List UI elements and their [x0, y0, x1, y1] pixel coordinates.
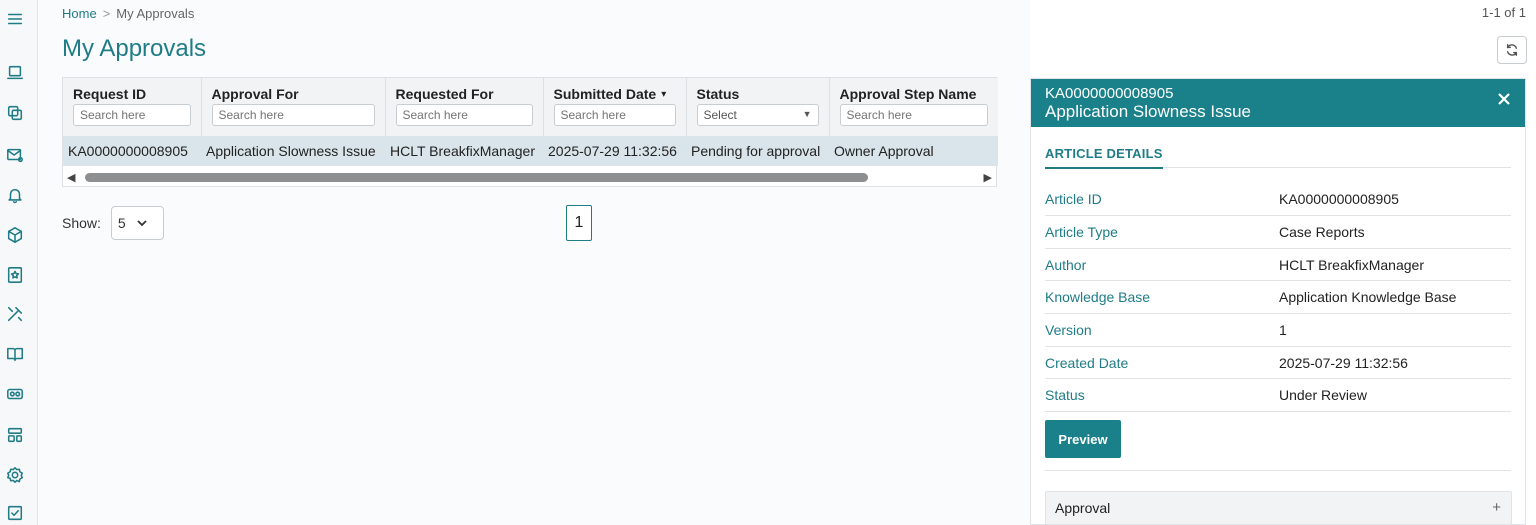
mail-settings-icon[interactable] [5, 145, 25, 165]
tools-icon[interactable] [5, 304, 25, 324]
preview-button[interactable]: Preview [1045, 420, 1121, 459]
table-cell: HCLT BreakfixManager [385, 136, 543, 166]
gear-icon[interactable] [5, 465, 25, 485]
refresh-button[interactable] [1497, 36, 1527, 64]
tab-article-details[interactable]: ARTICLE DETAILS [1045, 146, 1163, 169]
submitted-date-filter-input[interactable] [553, 104, 676, 126]
detail-label: Status [1045, 387, 1085, 404]
table-cell: Pending for approval [686, 136, 829, 166]
approval-accordion[interactable]: Approval + [1045, 491, 1512, 525]
detail-row-article-id: Article ID KA0000000008905 [1045, 182, 1511, 216]
breadcrumb-home-link[interactable]: Home [62, 6, 97, 21]
table-cell: Application Slowness Issue [201, 136, 385, 166]
layout-icon[interactable] [5, 425, 25, 445]
chevron-down-icon: ▼ [802, 109, 812, 119]
column-label: Submitted Date [553, 86, 657, 102]
column-header-approval-step-name[interactable]: Approval Step Name [829, 78, 998, 136]
detail-row-knowledge-base: Knowledge Base Application Knowledge Base [1045, 281, 1511, 315]
approvals-main: Home > My Approvals My Approvals Request I… [38, 0, 1030, 525]
copy-icon[interactable] [5, 103, 25, 123]
bookmark-star-icon[interactable] [5, 265, 25, 285]
column-header-request-id[interactable]: Request ID [63, 78, 202, 136]
detail-label: Created Date [1045, 354, 1129, 371]
cube-icon[interactable] [5, 225, 25, 245]
detail-label: Article ID [1045, 190, 1102, 207]
column-header-status[interactable]: Status Select ▼ [686, 78, 830, 136]
status-filter-value: Select [703, 108, 737, 122]
column-header-submitted-date[interactable]: Submitted Date ▾ [543, 78, 687, 136]
panel-tabs: ARTICLE DETAILS [1045, 145, 1511, 169]
divider [1045, 470, 1511, 472]
breadcrumb-current: My Approvals [116, 6, 195, 21]
breadcrumb: Home > My Approvals [62, 6, 194, 21]
checkbox-icon[interactable] [5, 503, 25, 523]
table-cell: 2025-07-29 11:32:56 [543, 136, 686, 166]
page-size-control: Show: 5 [62, 206, 164, 240]
panel-record-id: KA0000000008905 [1045, 85, 1174, 102]
breadcrumb-separator: > [102, 6, 111, 21]
record-count: 1-1 of 1 [1481, 5, 1526, 20]
approvals-table: Request ID Approval For Requested For Su… [62, 77, 998, 187]
bell-icon[interactable] [5, 185, 25, 205]
accordion-label: Approval [1055, 500, 1111, 516]
laptop-icon[interactable] [5, 63, 25, 83]
detail-value: KA0000000008905 [1279, 190, 1399, 207]
status-filter-select[interactable]: Select ▼ [696, 104, 819, 126]
detail-label: Author [1045, 256, 1087, 273]
show-label: Show: [62, 215, 101, 231]
detail-value: HCLT BreakfixManager [1279, 256, 1424, 273]
article-details-list: Article ID KA0000000008905 Article Type Ca… [1045, 182, 1511, 413]
column-label: Request ID [73, 86, 147, 102]
detail-value: 1 [1279, 321, 1287, 338]
detail-label: Version [1045, 321, 1092, 338]
column-label: Requested For [395, 86, 494, 102]
page-number-button[interactable]: 1 [566, 205, 592, 241]
request-id-filter-input[interactable] [73, 104, 191, 126]
menu-icon[interactable] [5, 9, 25, 29]
scroll-right-icon[interactable]: ▶ [984, 171, 992, 184]
sidebar-rail [0, 0, 38, 525]
detail-value: Application Knowledge Base [1279, 289, 1457, 306]
horizontal-scrollbar[interactable]: ◀ ▶ [63, 168, 996, 186]
plus-icon[interactable]: + [1492, 499, 1501, 516]
page-title: My Approvals [62, 35, 207, 62]
detail-row-author: Author HCLT BreakfixManager [1045, 249, 1511, 282]
page-size-value: 5 [117, 215, 126, 231]
sort-desc-icon[interactable]: ▾ [661, 89, 666, 100]
article-detail-panel: KA0000000008905 Application Slowness Iss… [1030, 78, 1526, 525]
scrollbar-thumb[interactable] [85, 173, 868, 182]
column-header-requested-for[interactable]: Requested For [385, 78, 544, 136]
close-icon[interactable] [1497, 92, 1513, 108]
column-label: Approval For [211, 86, 299, 102]
detail-label: Knowledge Base [1045, 289, 1151, 306]
panel-header: KA0000000008905 Application Slowness Iss… [1031, 79, 1525, 127]
detail-label: Article Type [1045, 223, 1118, 240]
table-cell: Owner Approval [829, 136, 998, 166]
detail-row-status: Status Under Review [1045, 379, 1511, 413]
vr-headset-icon[interactable] [5, 384, 25, 404]
chevron-down-icon [137, 220, 147, 227]
table-cell: KA0000000008905 [63, 136, 201, 166]
detail-row-version: Version 1 [1045, 314, 1511, 347]
panel-title: Application Slowness Issue [1045, 102, 1252, 121]
page-size-select[interactable]: 5 [110, 206, 164, 240]
column-label: Approval Step Name [839, 86, 977, 102]
refresh-icon [1506, 44, 1518, 56]
book-icon[interactable] [5, 344, 25, 364]
detail-value: Case Reports [1279, 223, 1365, 240]
detail-row-created-date: Created Date 2025-07-29 11:32:56 [1045, 347, 1511, 380]
detail-value: 2025-07-29 11:32:56 [1279, 354, 1408, 371]
table-row[interactable]: KA0000000008905 Application Slowness Iss… [63, 136, 998, 166]
detail-row-article-type: Article Type Case Reports [1045, 216, 1511, 249]
requested-for-filter-input[interactable] [395, 104, 533, 126]
approval-for-filter-input[interactable] [211, 104, 375, 126]
column-label: Status [696, 86, 740, 102]
column-header-approval-for[interactable]: Approval For [201, 78, 386, 136]
detail-value: Under Review [1279, 387, 1367, 404]
approval-step-filter-input[interactable] [839, 104, 988, 126]
scroll-left-icon[interactable]: ◀ [67, 171, 75, 184]
